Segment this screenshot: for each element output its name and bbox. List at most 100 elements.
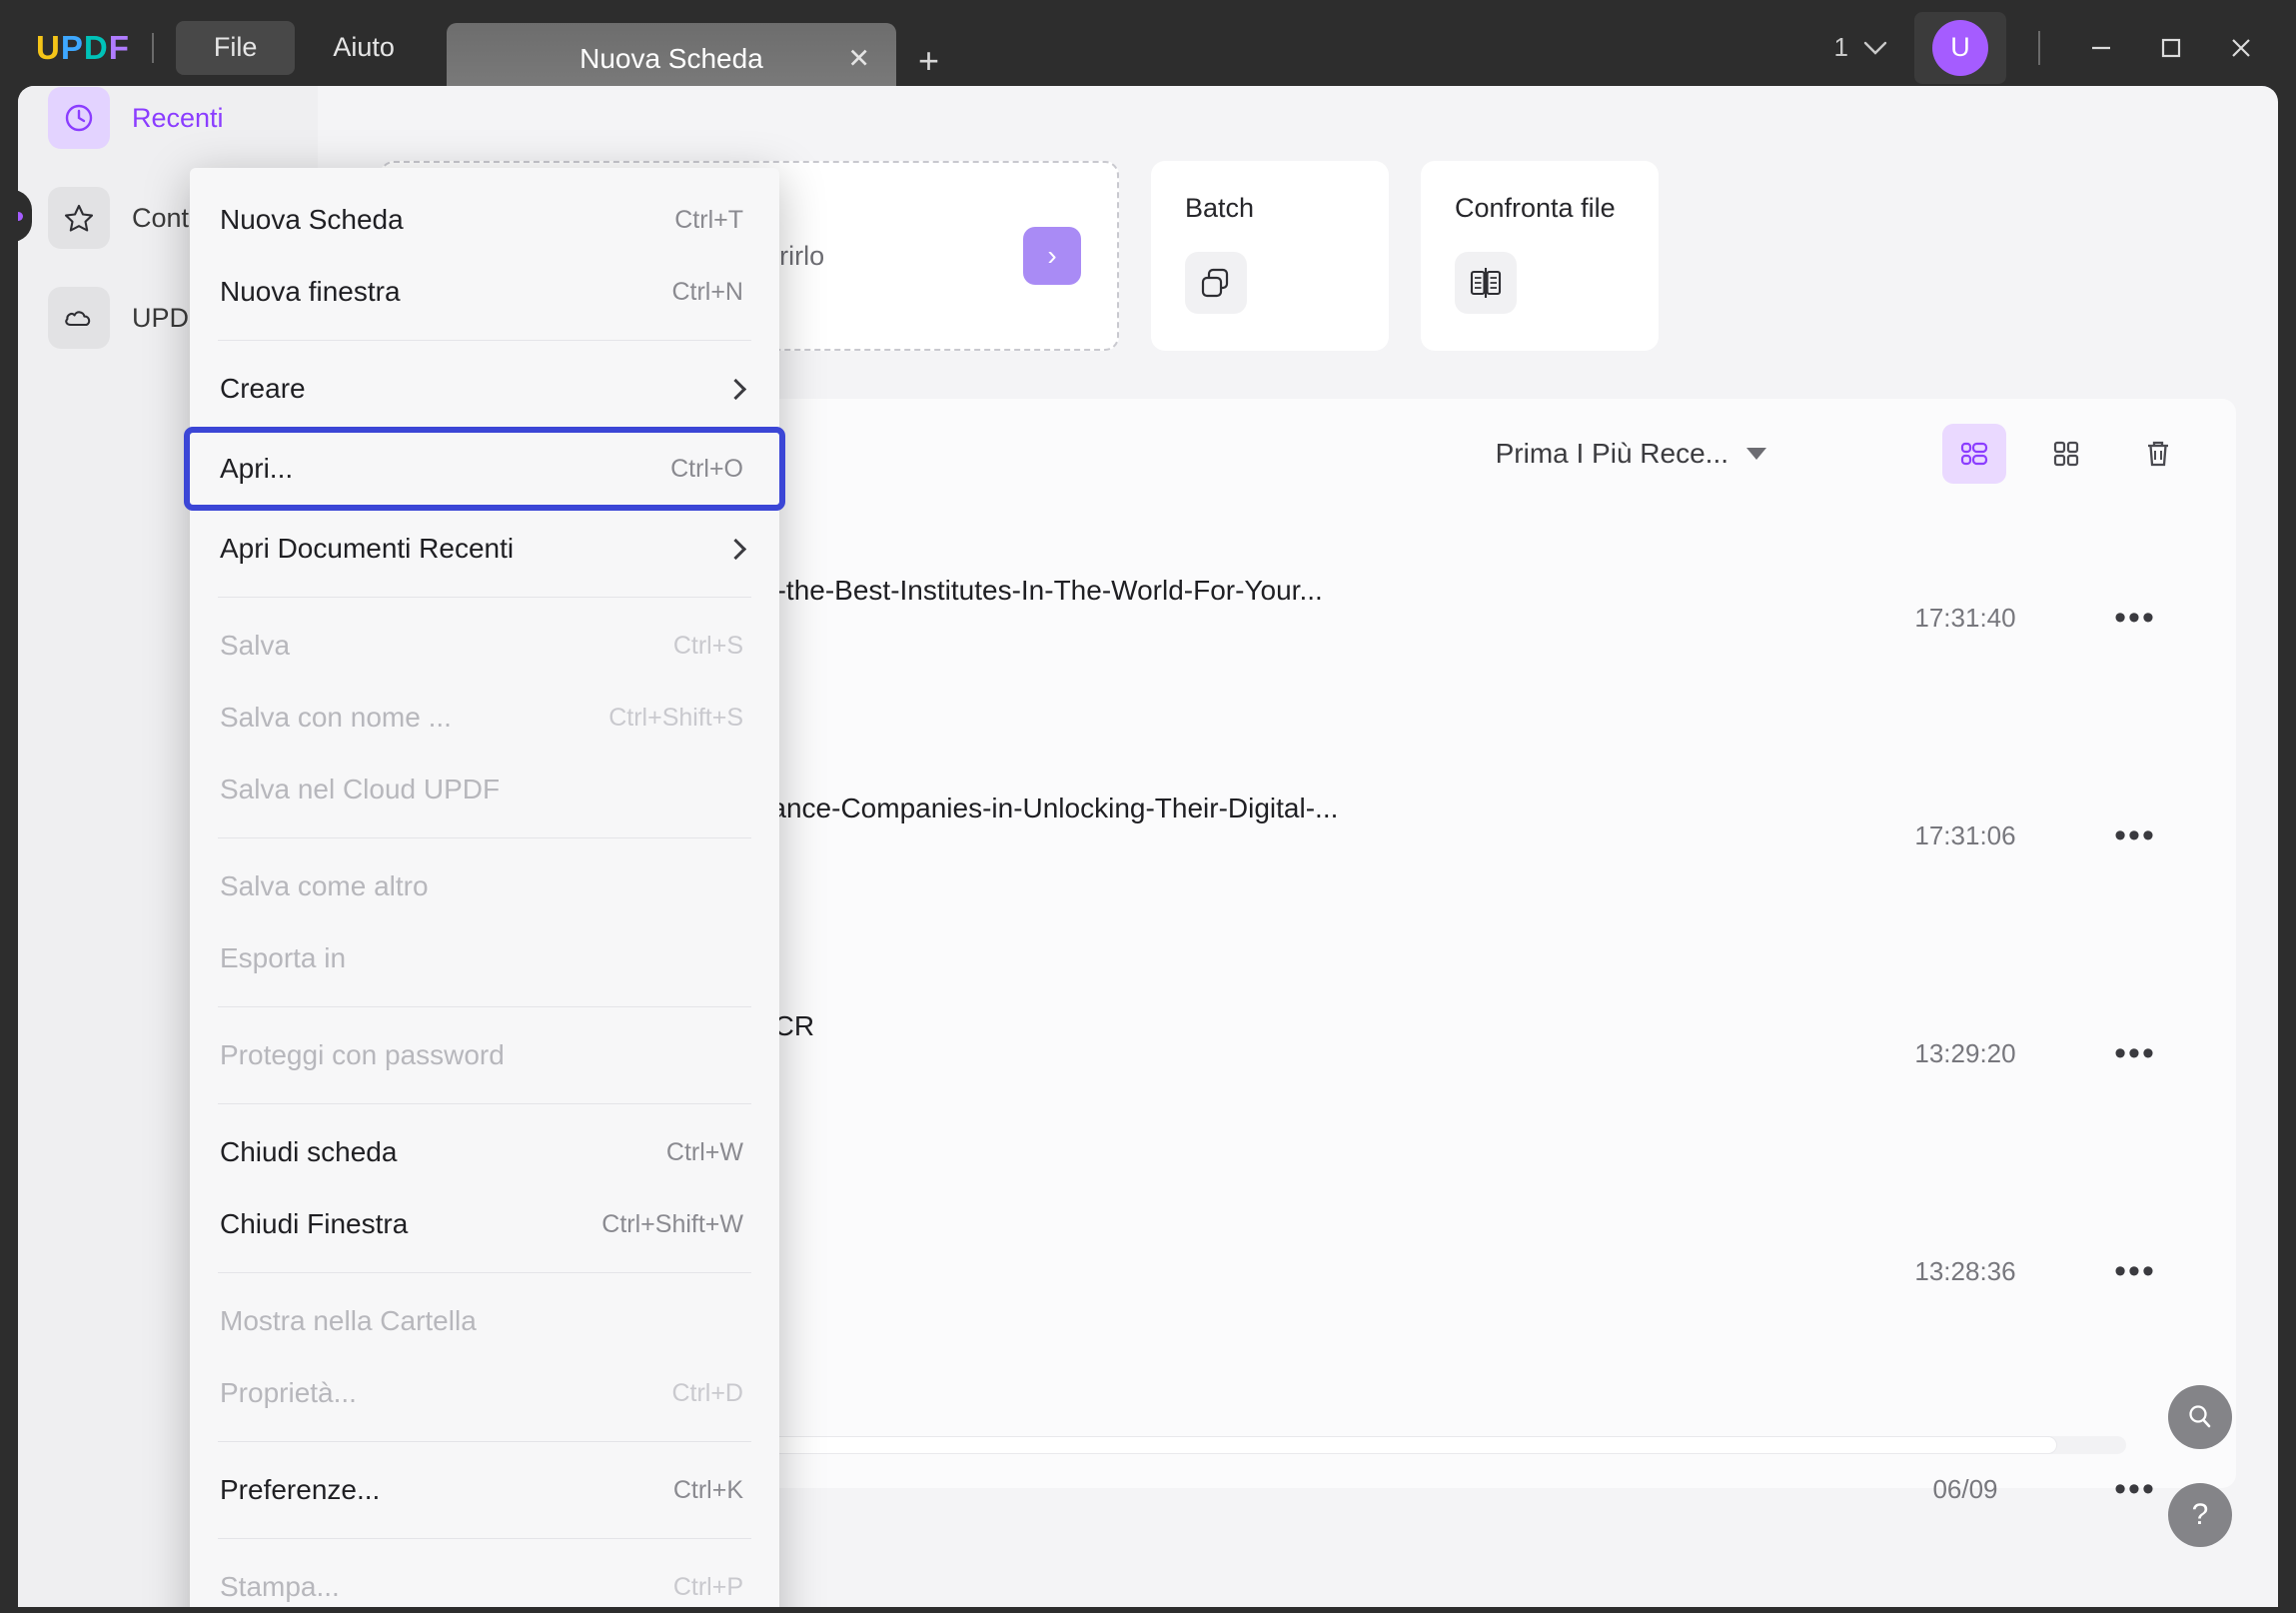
menu-item-preferenze[interactable]: Preferenze... Ctrl+K [190,1454,779,1526]
floating-actions: ? [2168,1351,2232,1547]
menu-item-shortcut: Ctrl+D [671,1378,743,1407]
menu-item-shortcut: Ctrl+K [672,1475,743,1504]
menu-item-label: Nuova Scheda [220,204,404,235]
plus-icon[interactable]: + [918,43,939,79]
menu-item-propriet: Proprietà... Ctrl+D [190,1357,779,1429]
menu-item-salva-nel-cloud-updf: Salva nel Cloud UPDF [190,754,779,825]
menu-item-label: Salva come altro [220,870,429,901]
row-more-icon[interactable]: ••• [2080,818,2190,852]
menu-item-shortcut: Ctrl+P [672,1572,743,1601]
tab-strip: Nuova Scheda ✕ + [446,0,939,95]
menu-item-stampa: Stampa... Ctrl+P [190,1551,779,1607]
tile-title: Confronta file [1455,193,1616,223]
controls-divider [2038,30,2040,65]
close-icon[interactable] [2206,13,2276,83]
clock-icon [48,87,110,149]
caret-down-icon [1746,448,1766,460]
row-more-icon[interactable]: ••• [2080,1036,2190,1070]
file-time: 17:31:06 [1914,819,2016,850]
menu-item-label: Nuova finestra [220,276,401,307]
tile-title: Batch [1185,193,1255,223]
minimize-icon[interactable] [2066,13,2136,83]
menu-item-label: Chiudi scheda [220,1136,398,1167]
file-menu-dropdown: Nuova Scheda Ctrl+T Nuova finestra Ctrl+N Cr… [184,168,785,1607]
tile-batch[interactable]: Batch [1151,161,1389,351]
collapse-handle[interactable] [18,190,32,242]
star-icon [48,187,110,249]
avatar: U [1932,19,1988,76]
menu-item-label: Preferenze... [220,1474,381,1505]
menu-item-chiudi-finestra[interactable]: Chiudi Finestra Ctrl+Shift+W [190,1188,779,1260]
menu-item-nuova-finestra[interactable]: Nuova finestra Ctrl+N [190,256,779,328]
cloud-icon [48,287,110,349]
help-icon[interactable]: ? [2168,1483,2232,1547]
menu-item-label: Apri Documenti Recenti [220,533,515,564]
menu-item-label: Esporta in [220,942,347,973]
menu-item-apri-documenti-recenti[interactable]: Apri Documenti Recenti [190,513,779,585]
menu-item-label: Salva con nome ... [220,702,452,733]
window-count-selector[interactable]: 1 [1834,32,1888,63]
account-button[interactable]: U [1914,11,2006,84]
menu-separator [218,837,751,838]
row-more-icon[interactable]: ••• [2080,1254,2190,1288]
close-icon[interactable]: ✕ [847,45,870,73]
maximize-icon[interactable] [2136,13,2206,83]
menu-item-label: Chiudi Finestra [220,1208,409,1239]
menu-item-creare[interactable]: Creare [190,353,779,425]
menu-item-label: Salva nel Cloud UPDF [220,774,501,805]
menu-item-shortcut: Ctrl+Shift+W [601,1209,743,1238]
tile-confronta-file[interactable]: Confronta file [1421,161,1659,351]
chevron-right-icon [724,538,747,560]
menu-item-shortcut: Ctrl+Shift+S [608,703,743,732]
logo-letter-d: D [83,28,109,66]
menu-separator [218,1538,751,1539]
menu-item-salva: Salva Ctrl+S [190,610,779,682]
tab-nuova-scheda[interactable]: Nuova Scheda ✕ [446,23,896,95]
menu-item-apri[interactable]: Apri... Ctrl+O [184,427,785,511]
tab-label: Nuova Scheda [579,43,763,74]
menu-item-label: Apri... [220,453,294,484]
chevron-right-icon[interactable]: › [1023,227,1081,285]
menu-item-shortcut: Ctrl+N [671,277,743,306]
menu-item-shortcut: Ctrl+T [674,205,743,234]
file-time: 17:31:40 [1914,602,2016,633]
trash-icon[interactable] [2126,424,2190,484]
menu-item-chiudi-scheda[interactable]: Chiudi scheda Ctrl+W [190,1116,779,1188]
logo-divider [151,32,154,63]
menu-separator [218,597,751,598]
menu-file[interactable]: File [175,20,296,75]
list-view-icon[interactable] [1942,424,2006,484]
menu-item-label: Creare [220,373,306,404]
updf-window: U P D F File Aiuto Nuova Scheda ✕ + 1 U [0,0,2296,1613]
menu-item-proteggi-con-password: Proteggi con password [190,1019,779,1091]
sort-dropdown[interactable]: Prima I Più Rece... [1496,438,1766,470]
batch-icon [1185,252,1247,314]
file-time: 13:28:36 [1914,1255,2016,1286]
search-icon[interactable] [2168,1385,2232,1449]
window-controls: 1 U [1834,0,2296,95]
window-count-value: 1 [1833,32,1848,62]
menu-item-salva-come-altro: Salva come altro [190,850,779,922]
content-area: Recenti Contrassegnati UPDF Cloud [18,86,2278,1607]
file-time: 13:29:20 [1914,1037,2016,1068]
menu-separator [218,1103,751,1104]
menu-separator [218,1006,751,1007]
logo-letter-u: U [36,28,61,66]
title-bar: U P D F File Aiuto Nuova Scheda ✕ + 1 U [0,0,2296,95]
menu-item-label: Salva [220,630,291,661]
menu-item-nuova-scheda[interactable]: Nuova Scheda Ctrl+T [190,184,779,256]
chevron-down-icon [1863,41,1887,55]
menu-separator [218,1441,751,1442]
menu-aiuto[interactable]: Aiuto [295,21,433,75]
menu-item-label: Proteggi con password [220,1039,505,1070]
menu-item-label: Mostra nella Cartella [220,1305,477,1336]
sidebar-item-recenti[interactable]: Recenti [34,86,302,150]
grid-view-icon[interactable] [2034,424,2098,484]
menu-item-salva-con-nome: Salva con nome ... Ctrl+Shift+S [190,682,779,754]
updf-logo: U P D F [36,29,130,67]
menu-separator [218,340,751,341]
row-more-icon[interactable]: ••• [2080,601,2190,635]
menu-item-label: Stampa... [220,1571,340,1602]
menu-item-shortcut: Ctrl+S [672,631,743,660]
menu-item-shortcut: Ctrl+W [665,1137,743,1166]
